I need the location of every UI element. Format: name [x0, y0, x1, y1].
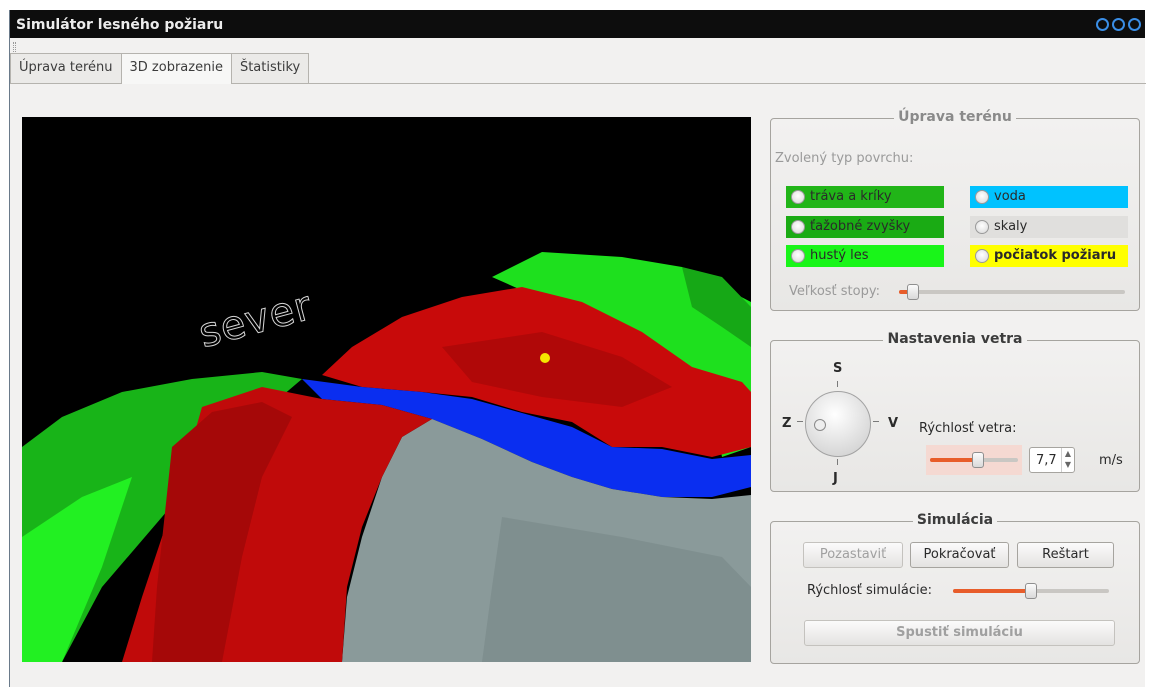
start-simulation-button[interactable]: Spustiť simuláciu [804, 620, 1115, 646]
simulation-panel-title: Simulácia [912, 512, 998, 528]
wind-speed-slider[interactable] [930, 452, 1018, 468]
wind-speed-spinbox[interactable]: 7,7 ▲ ▼ [1029, 447, 1075, 473]
brush-size-label: Veľkosť stopy: [789, 284, 880, 299]
dial-indicator [814, 419, 826, 431]
continue-button[interactable]: Pokračovať [910, 542, 1009, 568]
wind-panel-title: Nastavenia vetra [883, 331, 1027, 347]
surface-option-label: voda [994, 189, 1026, 204]
surface-option-label: ťažobné zvyšky [810, 219, 911, 234]
slider-handle[interactable] [907, 284, 919, 300]
terrain-render [22, 117, 751, 662]
wind-direction-dial[interactable] [805, 391, 871, 457]
slider-handle[interactable] [1025, 583, 1037, 599]
wind-settings-panel: Nastavenia vetra S J Z V Rýchlosť vetra:… [770, 331, 1140, 492]
window-controls [1096, 18, 1141, 31]
radio-icon [791, 190, 805, 204]
surface-debris-option[interactable]: ťažobné zvyšky [786, 216, 944, 238]
compass-south-label: J [833, 471, 838, 486]
radio-icon [975, 249, 989, 263]
surface-fire-origin-option[interactable]: počiatok požiaru [970, 245, 1128, 267]
simulation-panel: Simulácia Pozastaviť Pokračovať Reštart … [770, 512, 1140, 664]
brush-size-slider[interactable] [899, 284, 1125, 300]
surface-option-label: tráva a kríky [810, 189, 892, 204]
radio-icon [975, 220, 989, 234]
slider-fill [953, 589, 1031, 593]
title-bar: Simulátor lesného požiaru [10, 10, 1145, 38]
slider-handle[interactable] [972, 452, 984, 468]
wind-speed-value: 7,7 [1036, 453, 1057, 468]
tab-statistics[interactable]: Štatistiky [230, 53, 310, 83]
radio-icon [791, 220, 805, 234]
spin-arrows[interactable]: ▲ ▼ [1061, 448, 1074, 472]
radio-icon [791, 249, 805, 263]
window-title: Simulátor lesného požiaru [16, 17, 224, 33]
pause-button[interactable]: Pozastaviť [803, 542, 903, 568]
surface-dense-forest-option[interactable]: hustý les [786, 245, 944, 267]
surface-grass-option[interactable]: tráva a kríky [786, 186, 944, 208]
compass-west-label: Z [782, 416, 792, 431]
surface-option-label: skaly [994, 219, 1028, 234]
surface-rocks-option[interactable]: skaly [970, 216, 1128, 238]
surface-type-label: Zvolený typ povrchu: [775, 151, 914, 166]
close-button[interactable] [1128, 18, 1141, 31]
minimize-button[interactable] [1096, 18, 1109, 31]
slider-fill [930, 458, 978, 462]
compass-east-label: V [888, 416, 899, 431]
tab-terrain-edit[interactable]: Úprava terénu [10, 53, 122, 83]
restart-button[interactable]: Reštart [1017, 542, 1114, 568]
radio-icon [975, 190, 989, 204]
simulation-speed-label: Rýchlosť simulácie: [807, 583, 932, 598]
surface-option-label: hustý les [810, 248, 869, 263]
wind-speed-label: Rýchlosť vetra: [919, 421, 1017, 436]
compass-north-label: S [833, 361, 843, 376]
maximize-button[interactable] [1112, 18, 1125, 31]
surface-option-label: počiatok požiaru [994, 248, 1117, 263]
tab-3d-view[interactable]: 3D zobrazenie [120, 53, 232, 84]
main-window: Simulátor lesného požiaru Úprava terénu … [9, 10, 1146, 687]
terrain-edit-panel: Úprava terénu Zvolený typ povrchu: tráva… [770, 109, 1140, 311]
surface-water-option[interactable]: voda [970, 186, 1128, 208]
wind-slider-area [926, 445, 1022, 475]
wind-speed-unit: m/s [1099, 453, 1123, 468]
terrain-panel-title: Úprava terénu [894, 109, 1016, 125]
tab-bar: Úprava terénu 3D zobrazenie Štatistiky [10, 53, 310, 84]
3d-viewport[interactable]: sever [22, 117, 751, 662]
simulation-speed-slider[interactable] [953, 583, 1109, 599]
